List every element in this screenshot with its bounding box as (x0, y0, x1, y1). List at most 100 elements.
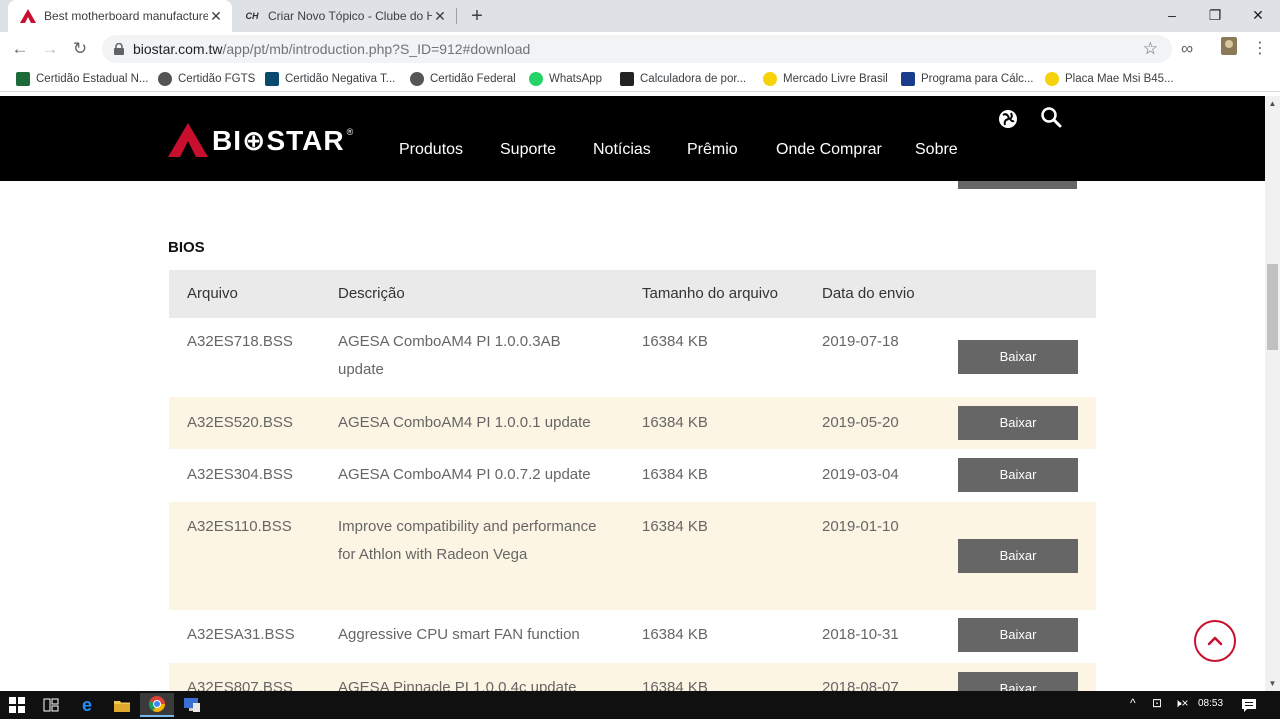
taskbar-clock[interactable]: 08:53 (1198, 698, 1223, 709)
file-size: 16384 KB (642, 414, 708, 431)
file-name: A32ES718.BSS (187, 333, 293, 350)
site-header: BI⊕STAR ® Produtos Suporte Notícias Prêm… (0, 96, 1265, 181)
file-size: 16384 KB (642, 333, 708, 350)
registered-mark: ® (346, 127, 354, 137)
close-window-button[interactable]: ✕ (1236, 0, 1280, 30)
tab-clube-do-hardware[interactable]: CH Criar Novo Tópico - Clube do Ha ✕ (232, 0, 456, 32)
nav-noticias[interactable]: Notícias (593, 141, 651, 159)
scroll-down-arrow-icon[interactable]: ▼ (1265, 676, 1280, 691)
nav-onde-comprar[interactable]: Onde Comprar (776, 141, 882, 159)
file-size: 16384 KB (642, 518, 708, 535)
file-name: A32ES520.BSS (187, 414, 293, 431)
maximize-button[interactable]: ❐ (1193, 0, 1237, 30)
file-size: 16384 KB (642, 626, 708, 643)
back-to-top-button[interactable] (1194, 620, 1236, 662)
bios-section-title: BIOS (168, 239, 205, 256)
bookmark-certidao-estadual[interactable]: Certidão Estadual N... (16, 71, 149, 87)
upload-date: 2018-10-31 (822, 626, 899, 643)
biostar-logo[interactable]: BI⊕STAR ® (168, 122, 353, 158)
file-name: A32ES110.BSS (187, 518, 292, 535)
browser-toolbar: ← → ↻ biostar.com.tw/app/pt/mb/introduct… (0, 32, 1280, 66)
header-arquivo: Arquivo (187, 285, 238, 302)
profile-avatar-icon[interactable] (1217, 37, 1241, 61)
download-button[interactable]: Baixar (958, 539, 1078, 573)
globe-language-icon[interactable] (997, 108, 1019, 130)
download-button[interactable]: Baixar (958, 406, 1078, 440)
volume-muted-icon[interactable]: 🕨× (1174, 696, 1189, 711)
file-size: 16384 KB (642, 466, 708, 483)
file-name: A32ESA31.BSS (187, 626, 295, 643)
remote-desktop-icon[interactable] (175, 693, 209, 717)
table-header: Arquivo Descrição Tamanho do arquivo Dat… (169, 270, 1096, 318)
nav-suporte[interactable]: Suporte (500, 141, 556, 159)
windows-taskbar: e ^ ⊡ 🕨× 08:53 (0, 691, 1280, 719)
download-button[interactable]: Baixar (958, 618, 1078, 652)
globe-icon (410, 72, 424, 86)
reload-icon[interactable]: ↻ (68, 37, 92, 61)
bookmark-whatsapp[interactable]: WhatsApp (529, 71, 602, 87)
globe-icon (158, 72, 172, 86)
upload-date: 2019-03-04 (822, 466, 899, 483)
bookmark-programa[interactable]: Programa para Cálc... (901, 71, 1034, 87)
windows-start-icon[interactable] (0, 693, 34, 717)
notification-center-icon[interactable] (1236, 693, 1262, 717)
file-description: AGESA Pinnacle PI 1.0.0.4c update (338, 679, 577, 691)
biostar-logo-icon (168, 123, 208, 157)
search-icon[interactable] (1040, 106, 1062, 128)
url-text: biostar.com.tw/app/pt/mb/introduction.ph… (133, 41, 531, 57)
tab-title: Criar Novo Tópico - Clube do Ha (268, 9, 432, 23)
download-button[interactable]: Baixar (958, 672, 1078, 691)
network-icon[interactable]: ⊡ (1152, 696, 1162, 710)
nav-produtos[interactable]: Produtos (399, 141, 463, 159)
file-description: AGESA ComboAM4 PI 0.0.7.2 update (338, 466, 591, 483)
table-row: A32ES807.BSS AGESA Pinnacle PI 1.0.0.4c … (169, 663, 1096, 691)
tab-biostar[interactable]: Best motherboard manufacturer ✕ (8, 0, 232, 32)
forward-arrow-icon[interactable]: → (38, 37, 62, 61)
tab-close-icon[interactable]: ✕ (432, 8, 448, 24)
tab-close-icon[interactable]: ✕ (208, 8, 224, 24)
nav-premio[interactable]: Prêmio (687, 141, 738, 159)
nav-sobre[interactable]: Sobre (915, 141, 958, 159)
page-scrollbar[interactable]: ▲ ▼ (1265, 96, 1280, 691)
bookmark-calculadora[interactable]: Calculadora de por... (620, 71, 746, 87)
upload-date: 2019-07-18 (822, 333, 899, 350)
task-view-icon[interactable] (34, 693, 68, 717)
bookmark-favicon-icon (620, 72, 634, 86)
scroll-up-arrow-icon[interactable]: ▲ (1265, 96, 1280, 111)
download-button[interactable]: Baixar (958, 340, 1078, 374)
tab-strip: Best motherboard manufacturer ✕ CH Criar… (0, 0, 1280, 32)
address-bar[interactable]: biostar.com.tw/app/pt/mb/introduction.ph… (102, 35, 1172, 63)
lock-icon (114, 43, 124, 55)
back-arrow-icon[interactable]: ← (8, 37, 32, 61)
file-size: 16384 KB (642, 679, 708, 691)
extension-infinity-icon[interactable]: ∞ (1175, 37, 1199, 61)
table-row: A32ES304.BSS AGESA ComboAM4 PI 0.0.7.2 u… (169, 449, 1096, 502)
edge-browser-icon[interactable]: e (70, 693, 104, 717)
scrollbar-thumb[interactable] (1267, 264, 1278, 350)
upload-date: 2019-05-20 (822, 414, 899, 431)
menu-kebab-icon[interactable]: ⋮ (1248, 37, 1272, 61)
new-tab-button[interactable]: + (466, 5, 488, 27)
bookmark-certidao-federal[interactable]: Certidão Federal (410, 71, 516, 87)
chrome-taskbar-icon[interactable] (140, 693, 174, 717)
upload-date: 2019-01-10 (822, 518, 899, 535)
bookmark-star-icon[interactable]: ☆ (1143, 39, 1158, 59)
file-name: A32ES304.BSS (187, 466, 293, 483)
bookmark-certidao-negativa[interactable]: Certidão Negativa T... (265, 71, 395, 87)
file-description: AGESA ComboAM4 PI 1.0.0.1 update (338, 414, 591, 431)
bookmark-favicon-icon (901, 72, 915, 86)
bookmark-mercado-livre[interactable]: Mercado Livre Brasil (763, 71, 888, 87)
minimize-button[interactable]: – (1150, 0, 1194, 30)
tray-expand-icon[interactable]: ^ (1130, 696, 1136, 710)
table-row: A32ES520.BSS AGESA ComboAM4 PI 1.0.0.1 u… (169, 397, 1096, 449)
tab-separator (456, 8, 457, 24)
download-button[interactable]: Baixar (958, 458, 1078, 492)
file-explorer-icon[interactable] (105, 693, 139, 717)
clube-favicon-icon: CH (245, 11, 259, 21)
header-data: Data do envio (822, 285, 915, 302)
file-description: Aggressive CPU smart FAN function (338, 626, 580, 643)
whatsapp-icon (529, 72, 543, 86)
bookmarks-bar: Certidão Estadual N... Certidão FGTS Cer… (0, 66, 1280, 92)
bookmark-certidao-fgts[interactable]: Certidão FGTS (158, 71, 255, 87)
bookmark-placa-mae[interactable]: Placa Mae Msi B45... (1045, 71, 1174, 87)
